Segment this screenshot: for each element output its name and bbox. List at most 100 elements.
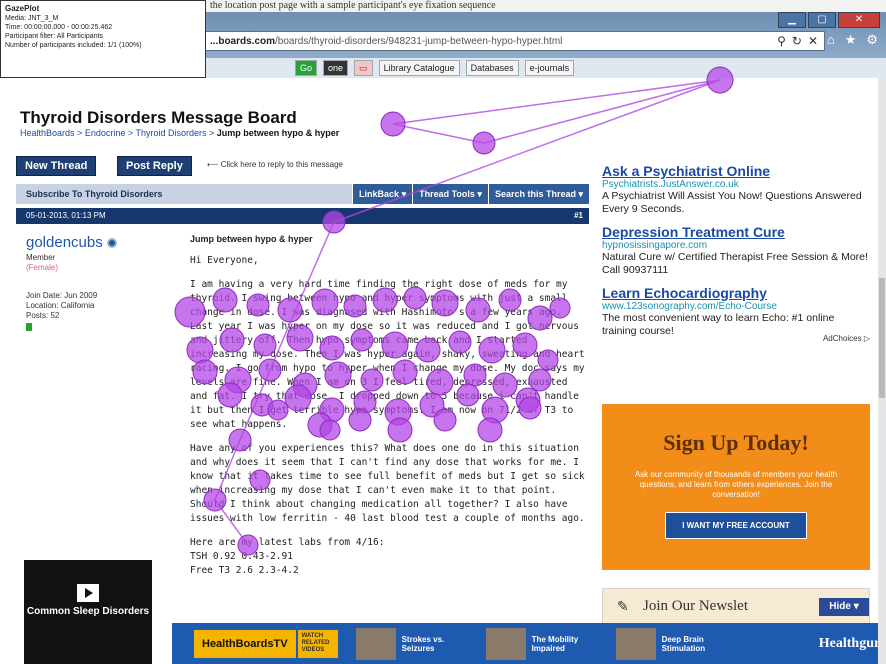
- breadcrumb-current: Jump between hypo & hyper: [216, 128, 340, 138]
- user-panel: goldencubs Member (Female) Join Date: Ju…: [16, 228, 176, 468]
- video-item[interactable]: Strokes vs. Seizures: [355, 627, 468, 660]
- gear-icon[interactable]: ⚙: [866, 32, 878, 48]
- search-icon[interactable]: ⚲: [777, 34, 786, 48]
- video-thumbnail[interactable]: [615, 627, 656, 660]
- linkback-menu[interactable]: LinkBack ▾: [352, 184, 413, 204]
- ad-sidebar: Ask a Psychiatrist Online Psychiatrists.…: [602, 163, 870, 343]
- post-greeting: Hi Everyone,: [190, 255, 259, 266]
- post-paragraph: Here are my latest labs from 4/16:: [190, 537, 385, 548]
- watch-videos-label: WATCH RELATED VIDEOS: [297, 629, 338, 658]
- video-bar: HealthBoardsTV WATCH RELATED VIDEOS Stro…: [172, 623, 886, 664]
- gaze-line: Number of participants included: 1/1 (10…: [5, 42, 142, 49]
- ad-body: A Psychiatrist Will Assist You Now! Ques…: [602, 190, 862, 215]
- user-location: Location: California: [26, 301, 95, 310]
- favorites-icon[interactable]: ★: [845, 32, 857, 48]
- new-thread-button[interactable]: New Thread: [16, 156, 97, 176]
- page-title: Thyroid Disorders Message Board: [20, 108, 297, 127]
- post-title: Jump between hypo & hyper: [190, 234, 313, 244]
- breadcrumb-link[interactable]: Thyroid Disorders: [135, 128, 206, 138]
- post-body: Jump between hypo & hyper Hi Everyone, I…: [190, 232, 585, 578]
- ad-title[interactable]: Learn Echocardiography: [602, 285, 870, 301]
- healthboards-tv-logo[interactable]: HealthBoardsTV: [194, 629, 296, 658]
- gaze-line: Participant filter: All Participants: [5, 33, 104, 40]
- maximize-icon[interactable]: ▢: [808, 12, 836, 28]
- gaze-line: Time: 00:00:00.000 - 00:00:25.462: [5, 24, 113, 31]
- gazeplot-title: GazePlot: [5, 4, 40, 13]
- fav-one-button[interactable]: one: [323, 60, 349, 76]
- video-title[interactable]: Strokes vs. Seizures: [402, 635, 468, 653]
- gaze-line: Media: JNT_3_M: [5, 15, 59, 22]
- ad-block[interactable]: Learn Echocardiography www.123sonography…: [602, 285, 870, 338]
- post-date: 05-01-2013, 01:13 PM: [26, 211, 106, 220]
- ad-url[interactable]: hypnosissingapore.com: [602, 240, 870, 251]
- signup-panel: Sign Up Today! Ask our community of thou…: [602, 404, 870, 570]
- breadcrumb: HealthBoards > Endocrine > Thyroid Disor…: [20, 128, 340, 138]
- user-posts: Posts: 52: [26, 311, 60, 320]
- fav-ejournals-button[interactable]: e-journals: [524, 60, 575, 76]
- fav-go-button[interactable]: Go: [295, 60, 318, 76]
- scrollbar[interactable]: [878, 78, 886, 664]
- post-header-bar: 05-01-2013, 01:13 PM #1: [16, 208, 589, 224]
- ad-block[interactable]: Ask a Psychiatrist Online Psychiatrists.…: [602, 163, 870, 216]
- user-role: Member: [26, 253, 56, 262]
- window-controls: ▁ ▢ ✕: [778, 12, 880, 28]
- newsletter-label: Join Our Newslet: [643, 598, 748, 614]
- home-icon[interactable]: ⌂: [827, 32, 835, 48]
- refresh-icon[interactable]: ↻: [792, 34, 802, 48]
- sleep-video-thumbnail[interactable]: Common Sleep Disorders: [24, 560, 152, 664]
- subscribe-bar: Subscribe To Thyroid Disorders LinkBack …: [16, 184, 589, 204]
- fav-blank-button[interactable]: ▭: [354, 60, 373, 76]
- pencil-icon: ✎: [617, 600, 629, 615]
- video-thumbnail[interactable]: [355, 627, 396, 660]
- stop-icon[interactable]: ✕: [808, 34, 818, 48]
- user-join-date: Join Date: Jun 2009: [26, 291, 98, 300]
- user-gender: (Female): [26, 263, 59, 272]
- ad-body: Natural Cure w/ Certified Therapist Free…: [602, 251, 868, 276]
- online-status-icon: [106, 238, 117, 249]
- video-thumbnail[interactable]: [485, 627, 526, 660]
- ad-url[interactable]: Psychiatrists.JustAnswer.co.uk: [602, 179, 870, 190]
- signup-text: Ask our community of thousands of member…: [634, 470, 838, 499]
- favorites-bar: Go one ▭ Library Catalogue Databases e-j…: [205, 58, 886, 78]
- close-icon[interactable]: ✕: [838, 12, 880, 28]
- breadcrumb-link[interactable]: Endocrine: [85, 128, 126, 138]
- ad-block[interactable]: Depression Treatment Cure hypnosissingap…: [602, 224, 870, 277]
- video-title[interactable]: The Mobility Impaired: [532, 635, 598, 653]
- lab-line: Free T3 2.6 2.3-4.2: [190, 565, 299, 576]
- lab-line: TSH 0.92 0.43-2.91: [190, 551, 293, 562]
- subscribe-link[interactable]: Subscribe To Thyroid Disorders: [26, 189, 162, 199]
- breadcrumb-link[interactable]: HealthBoards: [20, 128, 75, 138]
- ad-title[interactable]: Ask a Psychiatrist Online: [602, 163, 870, 179]
- search-thread-menu[interactable]: Search this Thread ▾: [487, 184, 589, 204]
- ad-title[interactable]: Depression Treatment Cure: [602, 224, 870, 240]
- address-tools: ⚲ ↻ ✕: [777, 34, 824, 48]
- healthguru-logo[interactable]: Healthguru: [819, 636, 886, 652]
- video-title[interactable]: Deep Brain Stimulation: [662, 635, 728, 653]
- post-paragraph: Have any of you experiences this? What d…: [190, 443, 585, 524]
- video-item[interactable]: The Mobility Impaired: [485, 627, 598, 660]
- fav-library-button[interactable]: Library Catalogue: [378, 60, 460, 76]
- url-domain: ...boards.com: [210, 35, 276, 47]
- gazeplot-info-box: GazePlot Media: JNT_3_M Time: 00:00:00.0…: [0, 0, 206, 78]
- post-reply-button[interactable]: Post Reply: [117, 156, 192, 176]
- url-path: /boards/thyroid-disorders/948231-jump-be…: [275, 35, 563, 47]
- web-page: Thyroid Disorders Message Board HealthBo…: [12, 78, 886, 664]
- address-bar[interactable]: ...boards.com/boards/thyroid-disorders/9…: [205, 31, 825, 51]
- thread-tools-menu[interactable]: Thread Tools ▾: [412, 184, 488, 204]
- ad-url[interactable]: www.123sonography.com/Echo-Course: [602, 301, 870, 312]
- scrollbar-thumb[interactable]: [879, 278, 885, 398]
- signup-heading: Sign Up Today!: [663, 430, 809, 455]
- reputation-icon: [26, 323, 32, 331]
- hide-button[interactable]: Hide ▾: [819, 598, 869, 616]
- play-icon[interactable]: [77, 584, 99, 602]
- minimize-icon[interactable]: ▁: [778, 12, 806, 28]
- video-caption: Common Sleep Disorders: [26, 606, 150, 617]
- nav-icons: ⌂ ★ ⚙: [827, 32, 878, 48]
- username[interactable]: goldencubs: [26, 234, 176, 251]
- video-item[interactable]: Deep Brain Stimulation: [615, 627, 728, 660]
- reply-hint: ⟵ Click here to reply to this message: [207, 160, 343, 169]
- post-paragraph: I am having a very hard time finding the…: [190, 279, 585, 430]
- fav-databases-button[interactable]: Databases: [465, 60, 519, 76]
- free-account-button[interactable]: I WANT MY FREE ACCOUNT: [665, 512, 807, 539]
- post-number[interactable]: #1: [574, 208, 583, 224]
